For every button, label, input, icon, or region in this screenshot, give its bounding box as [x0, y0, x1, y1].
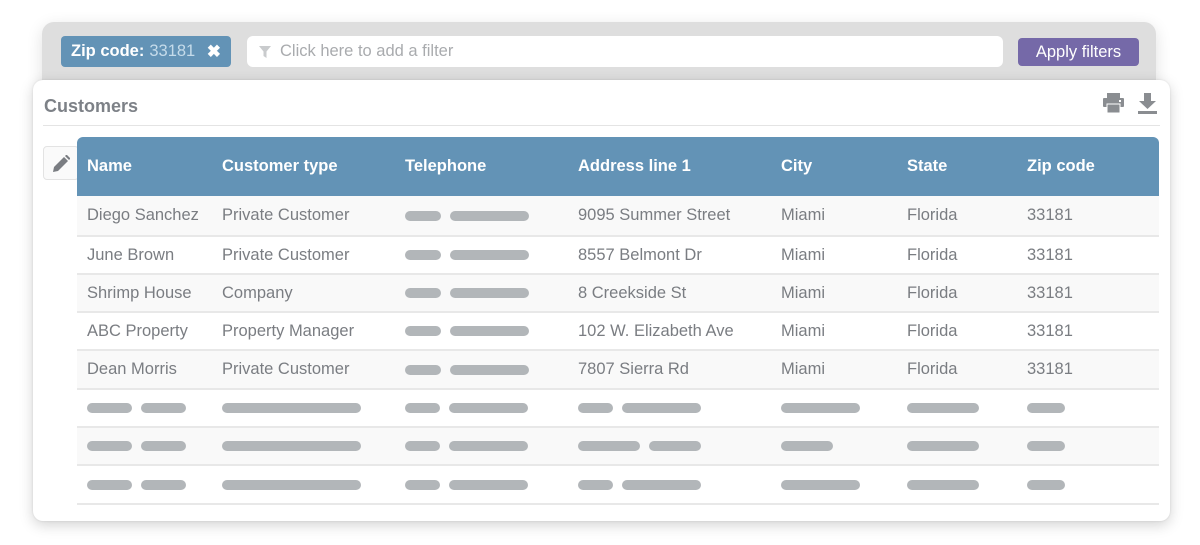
cell-zip: 33181 [1027, 321, 1073, 340]
placeholder-cell [211, 403, 394, 413]
cell-state: Florida [907, 360, 958, 378]
cell-type: Company [222, 283, 293, 302]
placeholder-cell [211, 479, 394, 490]
cell-zip: 33181 [1027, 206, 1073, 224]
print-icon[interactable] [1103, 92, 1124, 114]
cell-telephone-redacted [394, 288, 567, 298]
cell-address: 8557 Belmont Dr [578, 245, 702, 264]
placeholder-cell [1017, 441, 1159, 451]
table-row[interactable]: Diego Sanchez Private Customer 9095 Summ… [77, 196, 1159, 237]
placeholder-cell [771, 479, 897, 490]
edit-button[interactable] [43, 146, 79, 180]
placeholder-cell [897, 441, 1017, 451]
cell-address: 102 W. Elizabeth Ave [578, 321, 734, 340]
cell-state: Florida [907, 321, 958, 340]
apply-filters-button[interactable]: Apply filters [1018, 38, 1139, 66]
placeholder-row [77, 466, 1159, 505]
customers-table: Name Customer type Telephone Address lin… [77, 137, 1159, 505]
cell-name: Shrimp House [87, 283, 192, 302]
cell-telephone-redacted [394, 326, 567, 336]
placeholder-cell [77, 479, 211, 490]
column-header-address[interactable]: Address line 1 [567, 157, 771, 176]
table-row[interactable]: ABC Property Property Manager 102 W. Eli… [77, 313, 1159, 351]
cell-name: Dean Morris [87, 360, 177, 378]
cell-type: Private Customer [222, 245, 350, 264]
filter-input-placeholder: Click here to add a filter [280, 42, 454, 60]
filter-input[interactable]: Click here to add a filter [247, 36, 1003, 67]
funnel-icon [259, 45, 271, 58]
cell-city: Miami [781, 245, 825, 264]
column-header-zip-code[interactable]: Zip code [1017, 157, 1159, 176]
placeholder-cell [567, 403, 771, 413]
placeholder-cell [77, 403, 211, 413]
table-row[interactable]: June Brown Private Customer 8557 Belmont… [77, 237, 1159, 275]
placeholder-cell [394, 479, 567, 490]
cell-name: ABC Property [87, 321, 188, 340]
cell-telephone-redacted [394, 250, 567, 260]
placeholder-cell [567, 441, 771, 451]
customers-card: Customers Name Customer type Telephone A… [33, 80, 1170, 521]
column-header-city[interactable]: City [771, 157, 897, 176]
placeholder-cell [394, 403, 567, 413]
filter-chip-value: 33181 [149, 42, 196, 60]
cell-city: Miami [781, 321, 825, 340]
placeholder-cell [211, 441, 394, 451]
filter-bar: Zip code: 33181 ✖ Click here to add a fi… [42, 22, 1156, 88]
filter-chip-zip-code[interactable]: Zip code: 33181 ✖ [61, 36, 231, 67]
table-row[interactable]: Shrimp House Company 8 Creekside St Miam… [77, 275, 1159, 313]
column-header-customer-type[interactable]: Customer type [211, 157, 394, 176]
download-icon[interactable] [1137, 92, 1158, 114]
cell-type: Private Customer [222, 206, 350, 224]
placeholder-cell [897, 403, 1017, 413]
placeholder-cell [771, 403, 897, 413]
placeholder-cell [394, 441, 567, 451]
cell-type: Private Customer [222, 360, 350, 378]
cell-city: Miami [781, 206, 825, 224]
card-actions [1103, 92, 1158, 114]
title-divider [43, 125, 1160, 126]
pencil-icon [53, 154, 70, 172]
cell-address: 9095 Summer Street [578, 206, 731, 224]
placeholder-cell [897, 479, 1017, 490]
card-title: Customers [44, 96, 139, 116]
cell-state: Florida [907, 245, 958, 264]
filter-chip-key: Zip code: [71, 42, 145, 60]
cell-zip: 33181 [1027, 360, 1073, 378]
column-header-state[interactable]: State [897, 157, 1017, 176]
placeholder-cell [567, 479, 771, 490]
placeholder-cell [1017, 479, 1159, 490]
placeholder-cell [771, 441, 897, 451]
placeholder-cell [1017, 403, 1159, 413]
cell-telephone-redacted [394, 210, 567, 221]
placeholder-row [77, 428, 1159, 466]
table-header: Name Customer type Telephone Address lin… [77, 137, 1159, 196]
column-header-telephone[interactable]: Telephone [394, 157, 567, 176]
placeholder-row [77, 390, 1159, 428]
column-header-name[interactable]: Name [77, 157, 211, 176]
cell-city: Miami [781, 360, 825, 378]
cell-name: June Brown [87, 245, 175, 264]
cell-zip: 33181 [1027, 245, 1073, 264]
cell-state: Florida [907, 206, 958, 224]
cell-address: 8 Creekside St [578, 283, 687, 302]
cell-address: 7807 Sierra Rd [578, 360, 689, 378]
table-row[interactable]: Dean Morris Private Customer 7807 Sierra… [77, 351, 1159, 390]
close-icon[interactable]: ✖ [207, 42, 221, 62]
cell-state: Florida [907, 283, 958, 302]
cell-telephone-redacted [394, 364, 567, 375]
cell-zip: 33181 [1027, 283, 1073, 302]
placeholder-cell [77, 441, 211, 451]
cell-type: Property Manager [222, 321, 355, 340]
cell-name: Diego Sanchez [87, 206, 199, 224]
cell-city: Miami [781, 283, 825, 302]
